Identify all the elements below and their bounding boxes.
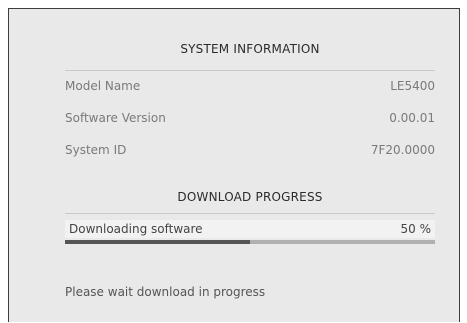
status-message: Please wait download in progress bbox=[65, 285, 266, 299]
system-info-title: SYSTEM INFORMATION bbox=[180, 42, 320, 56]
download-progress-row: Downloading software 50 % bbox=[65, 220, 435, 238]
info-value: 0.00.01 bbox=[389, 111, 435, 125]
info-row-system-id: System ID 7F20.0000 bbox=[65, 143, 435, 157]
info-label: Model Name bbox=[65, 79, 141, 93]
info-value: 7F20.0000 bbox=[370, 143, 435, 157]
system-info-panel: SYSTEM INFORMATION Model Name LE5400 Sof… bbox=[8, 8, 460, 322]
download-divider bbox=[65, 213, 435, 214]
info-label: Software Version bbox=[65, 111, 166, 125]
info-label: System ID bbox=[65, 143, 127, 157]
title-divider bbox=[65, 70, 435, 71]
download-progress-title: DOWNLOAD PROGRESS bbox=[177, 190, 323, 204]
info-value: LE5400 bbox=[390, 79, 435, 93]
download-label: Downloading software bbox=[69, 222, 203, 236]
download-percent: 50 % bbox=[400, 222, 432, 236]
info-row-software-version: Software Version 0.00.01 bbox=[65, 111, 435, 125]
info-row-model-name: Model Name LE5400 bbox=[65, 79, 435, 93]
progress-bar bbox=[65, 240, 435, 244]
progress-bar-fill bbox=[65, 240, 250, 244]
